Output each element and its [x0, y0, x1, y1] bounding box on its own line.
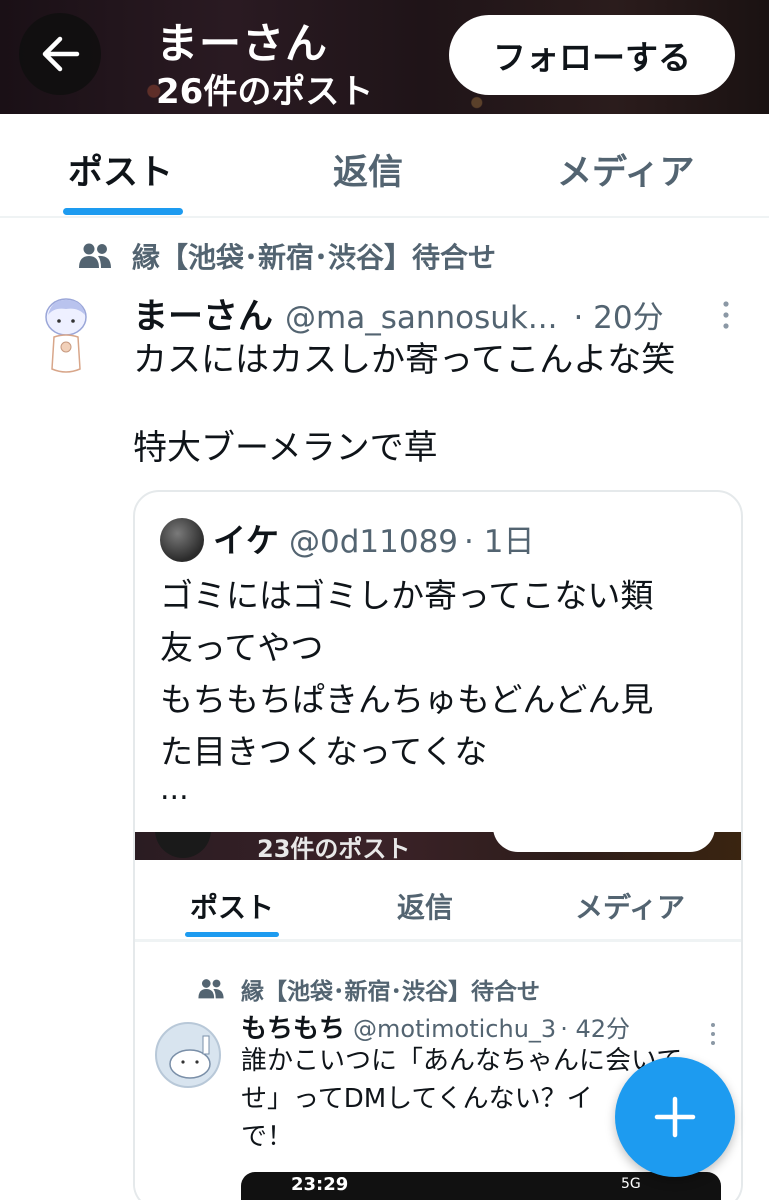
screenshot-tab-media: メディア: [575, 891, 686, 924]
tab-indicator: [63, 208, 183, 215]
author-handle[interactable]: @ma_sannosuk...: [285, 300, 557, 336]
screenshot-header: 23件のポスト: [135, 832, 741, 860]
quoted-author-row: イケ @0d11089 · 1日: [213, 514, 534, 562]
people-icon: [198, 979, 224, 999]
profile-header: まーさん 26件のポスト フォローする: [0, 0, 769, 114]
plus-icon: [654, 1096, 696, 1138]
author-name[interactable]: まーさん: [133, 288, 273, 339]
quoted-post-ellipsis: ...: [160, 772, 189, 807]
screenshot-tabs: ポスト 返信 メディア: [135, 860, 741, 942]
screenshot-back-button: [155, 832, 211, 858]
screenshot-post-count: 23件のポスト: [257, 835, 411, 860]
screenshot-author-row: もちもち @motimotichu_3 · 42分: [241, 1008, 630, 1045]
quoted-post-time: · 1日: [464, 524, 535, 560]
tab-media[interactable]: メディア: [557, 144, 695, 195]
post-time[interactable]: · 20分: [573, 292, 663, 337]
screenshot-community-label: 縁【池袋･新宿･渋谷】待合せ: [197, 972, 540, 1006]
screenshot-tab-indicator: [185, 932, 279, 937]
screenshot-media: 23:29 5G: [241, 1172, 721, 1200]
screenshot-tab-posts: ポスト: [190, 891, 275, 924]
screenshot-author-handle: @motimotichu_3: [353, 1015, 557, 1043]
community-label[interactable]: 縁【池袋･新宿･渋谷】待合せ: [78, 236, 496, 276]
quoted-author-name: イケ: [213, 521, 279, 560]
screenshot-clock: 23:29: [291, 1174, 349, 1195]
people-icon: [79, 243, 111, 268]
back-button[interactable]: [19, 13, 101, 95]
screenshot-follow-button: [493, 832, 715, 852]
quoted-post-text: ゴミにはゴミしか寄ってこない類 友ってやつ もちもちぱきんちゅもどんどん見 た目…: [160, 576, 654, 771]
post-count: 26件のポスト: [156, 72, 374, 112]
screenshot-tab-replies: 返信: [397, 891, 454, 924]
screenshot-community-name: 縁【池袋･新宿･渋谷】待合せ: [241, 979, 540, 1005]
screenshot-author-name: もちもち: [241, 1014, 346, 1044]
arrow-left-icon: [42, 36, 80, 72]
compose-button[interactable]: [615, 1057, 735, 1177]
community-name: 縁【池袋･新宿･渋谷】待合せ: [132, 241, 497, 274]
quoted-author-handle: @0d11089: [289, 524, 459, 560]
profile-tabs: ポスト 返信 メディア: [0, 114, 769, 218]
post-text: カスにはカスしか寄ってこんよな笑 特大ブーメランで草: [133, 340, 676, 468]
screenshot-network-status: 5G: [621, 1176, 641, 1192]
quoted-author-avatar[interactable]: [160, 518, 204, 562]
screenshot-avatar: [155, 1022, 221, 1088]
more-vertical-icon[interactable]: [721, 300, 731, 330]
tab-posts[interactable]: ポスト: [68, 144, 173, 195]
avatar[interactable]: [40, 295, 92, 379]
post-author-row: まーさん @ma_sannosuk... · 20分: [133, 288, 664, 339]
screenshot-post-time: · 42分: [560, 1015, 630, 1043]
profile-name: まーさん: [156, 19, 329, 68]
follow-button[interactable]: フォローする: [449, 15, 735, 95]
tab-replies[interactable]: 返信: [333, 144, 403, 195]
